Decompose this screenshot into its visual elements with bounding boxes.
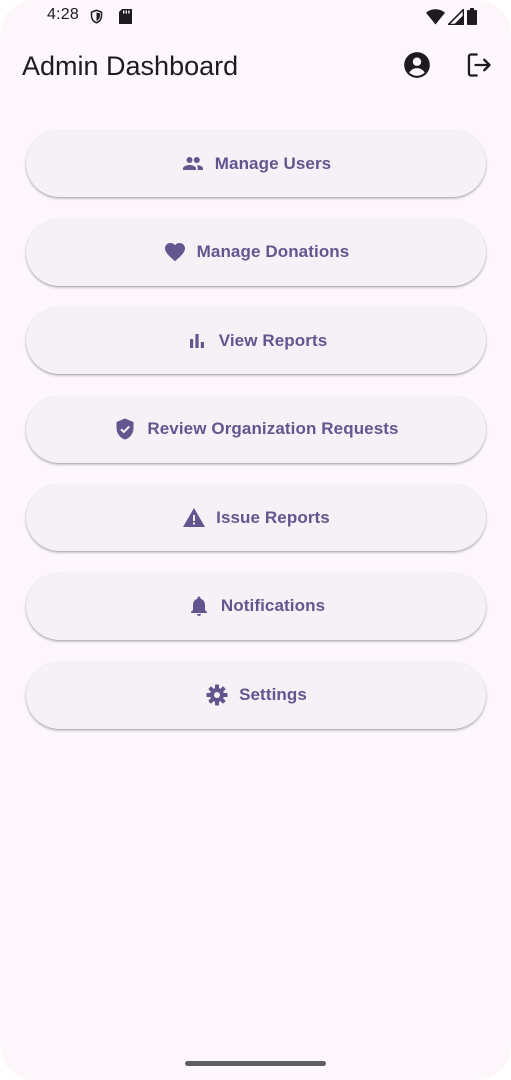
bell-icon [187,594,211,618]
menu-list: Manage Users Manage Donations View Repor… [26,130,486,750]
battery-icon [467,8,477,30]
status-bar: 4:28 [0,0,511,34]
notifications-label: Notifications [220,596,326,616]
manage-users-label: Manage Users [214,153,332,173]
notifications-button[interactable]: Notifications [26,572,486,640]
shield-icon [89,8,104,30]
issue-reports-label: Issue Reports [216,507,330,527]
app-bar: Admin Dashboard [0,34,511,100]
status-right-icons [426,7,477,30]
account-circle-icon [403,51,431,84]
manage-users-button[interactable]: Manage Users [26,130,486,197]
settings-label: Settings [239,685,307,705]
heart-icon [163,240,187,264]
page-title: Admin Dashboard [22,51,239,81]
view-reports-button[interactable]: View Reports [26,307,486,375]
logout-button[interactable] [459,47,499,87]
view-reports-label: View Reports [218,330,328,350]
sd-card-icon [119,9,132,29]
wifi-icon [426,8,445,30]
review-organization-requests-label: Review Organization Requests [147,419,399,439]
people-icon [181,152,205,176]
gesture-nav-handle[interactable] [185,1061,326,1066]
signal-icon [446,7,465,30]
gear-icon [205,683,229,707]
verified-shield-icon [113,417,137,441]
account-button[interactable] [397,47,437,87]
manage-donations-label: Manage Donations [196,242,350,262]
logout-icon [465,51,493,84]
settings-button[interactable]: Settings [26,661,486,729]
manage-donations-button[interactable]: Manage Donations [26,218,486,286]
review-organization-requests-button[interactable]: Review Organization Requests [26,395,486,463]
status-time: 4:28 [47,6,79,23]
warning-icon [182,506,206,530]
bar-chart-icon [185,329,209,353]
screen: 4:28 Admin Dashboard Manage Users Manage… [0,0,511,1080]
issue-reports-button[interactable]: Issue Reports [26,484,486,552]
